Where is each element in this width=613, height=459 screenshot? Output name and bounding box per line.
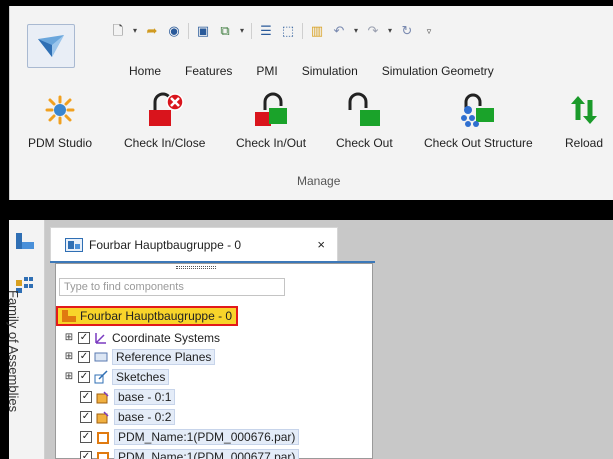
- separator: [302, 23, 303, 39]
- visibility-checkbox[interactable]: ✓: [80, 451, 92, 459]
- tree-item-label: PDM_Name:1(PDM_000676.par): [114, 429, 300, 445]
- check-out-label: Check Out: [336, 136, 393, 150]
- dropdown-arrow-icon[interactable]: ▾: [132, 23, 138, 39]
- visibility-checkbox[interactable]: ✓: [80, 431, 92, 443]
- manage-group-label: Manage: [297, 174, 341, 188]
- view-icon[interactable]: ⬚: [280, 23, 296, 39]
- visibility-checkbox[interactable]: ✓: [78, 332, 90, 344]
- check-in-close-label: Check In/Close: [124, 136, 206, 150]
- undo-icon[interactable]: ↶: [331, 23, 347, 39]
- sketch-icon: [94, 370, 108, 384]
- pdm-studio-button[interactable]: PDM Studio: [28, 90, 92, 150]
- save-icon[interactable]: ▣: [195, 23, 211, 39]
- visibility-checkbox[interactable]: ✓: [78, 351, 90, 363]
- redo-icon[interactable]: ↷: [365, 23, 381, 39]
- expand-icon[interactable]: ⊞: [64, 333, 74, 343]
- tab-home[interactable]: Home: [116, 62, 173, 80]
- panel-grip[interactable]: [176, 266, 216, 269]
- dropdown-arrow-icon[interactable]: ▾: [353, 23, 359, 39]
- tree-item-sketches[interactable]: ⊞ ✓ Sketches: [64, 368, 170, 386]
- check-in-out-button[interactable]: Check In/Out: [236, 90, 306, 150]
- separator: [251, 23, 252, 39]
- check-in-close-button[interactable]: Check In/Close: [124, 90, 205, 150]
- tree-item-reference-planes[interactable]: ⊞ ✓ Reference Planes: [64, 348, 216, 366]
- ribbon: 🗋 ▾ ➦ ◉ ▣ ⧉ ▾ ☰ ⬚ ▥ ↶ ▾ ↷ ▾ ↻ ▿ Home Fea…: [9, 6, 613, 200]
- close-tab-button[interactable]: ×: [317, 237, 325, 252]
- tab-simulation[interactable]: Simulation: [290, 62, 370, 80]
- coordinate-system-icon: [95, 333, 106, 344]
- properties-icon[interactable]: ☰: [258, 23, 274, 39]
- document-tab-label: Fourbar Hauptbaugruppe - 0: [89, 237, 242, 252]
- pdm-studio-icon: [45, 95, 75, 125]
- check-out-button[interactable]: Check Out: [336, 90, 393, 150]
- application-button[interactable]: [27, 24, 75, 68]
- divider-band: [0, 200, 613, 220]
- part-icon: [96, 391, 109, 404]
- tree-item-label: base - 0:1: [114, 389, 176, 405]
- visibility-checkbox[interactable]: ✓: [80, 411, 92, 423]
- reload-button[interactable]: Reload: [564, 90, 604, 150]
- dropdown-arrow-icon[interactable]: ▾: [239, 23, 245, 39]
- reload-label: Reload: [564, 136, 604, 150]
- repeat-icon[interactable]: ↻: [399, 23, 415, 39]
- tree-item-label: Sketches: [112, 369, 170, 385]
- manage-group: PDM Studio Check In/Close Check In/Out C…: [10, 90, 613, 200]
- tree-root-label: Fourbar Hauptbaugruppe - 0: [80, 309, 233, 323]
- tab-features[interactable]: Features: [173, 62, 244, 80]
- part-icon: [97, 432, 109, 444]
- new-document-icon[interactable]: 🗋: [110, 23, 126, 39]
- check-out-structure-label: Check Out Structure: [424, 136, 533, 150]
- document-tab[interactable]: Fourbar Hauptbaugruppe - 0 ×: [50, 227, 338, 261]
- tree-item-base-01[interactable]: ✓ base - 0:1: [80, 388, 176, 406]
- separator: [188, 23, 189, 39]
- tree-item-coordinate-systems[interactable]: ⊞ ✓ Coordinate Systems: [64, 329, 220, 347]
- check-out-structure-icon: [461, 93, 495, 127]
- lock-red-green-icon: [255, 92, 288, 126]
- check-in-out-label: Check In/Out: [236, 136, 307, 150]
- tab-simulation-geometry[interactable]: Simulation Geometry: [370, 62, 506, 80]
- ribbon-tabs: Home Features PMI Simulation Simulation …: [116, 62, 506, 80]
- assembly-document-icon: [65, 237, 83, 252]
- lock-closed-red-x-icon: [148, 92, 184, 126]
- dropdown-arrow-icon[interactable]: ▾: [387, 23, 393, 39]
- lock-open-green-icon: [348, 92, 381, 126]
- part-icon: [97, 452, 109, 459]
- chart-icon[interactable]: ▥: [309, 23, 325, 39]
- check-out-structure-button[interactable]: Check Out Structure: [424, 90, 533, 150]
- assembly-icon: [62, 310, 76, 322]
- family-of-assemblies-label[interactable]: Family of Assemblies: [6, 290, 21, 412]
- tree-item-label: PDM_Name:1(PDM_000677.par): [114, 449, 300, 459]
- expand-icon[interactable]: ⊞: [64, 372, 74, 382]
- tree-item-pdm-000676[interactable]: ✓ PDM_Name:1(PDM_000676.par): [80, 428, 300, 446]
- customize-qat-icon[interactable]: ▿: [421, 23, 437, 39]
- solid-edge-logo-icon: [38, 35, 64, 57]
- tree-item-pdm-000677[interactable]: ✓ PDM_Name:1(PDM_000677.par): [80, 448, 300, 459]
- reference-plane-icon: [94, 352, 108, 362]
- reload-icon: [571, 96, 597, 124]
- part-icon: [96, 411, 109, 424]
- save-as-icon[interactable]: ⧉: [217, 23, 233, 39]
- tree-root-node[interactable]: Fourbar Hauptbaugruppe - 0: [56, 306, 239, 326]
- pathfinder-tab-icon[interactable]: [15, 232, 35, 250]
- tree-item-base-02[interactable]: ✓ base - 0:2: [80, 408, 176, 426]
- open-icon[interactable]: ➦: [144, 23, 160, 39]
- component-search-input[interactable]: Type to find components: [59, 278, 285, 296]
- quick-access-toolbar: 🗋 ▾ ➦ ◉ ▣ ⧉ ▾ ☰ ⬚ ▥ ↶ ▾ ↷ ▾ ↻ ▿: [110, 20, 437, 42]
- pdm-studio-label: PDM Studio: [28, 136, 93, 150]
- visibility-checkbox[interactable]: ✓: [80, 391, 92, 403]
- tab-pmi[interactable]: PMI: [244, 62, 289, 80]
- print-preview-icon[interactable]: ◉: [166, 23, 182, 39]
- expand-icon[interactable]: ⊞: [64, 352, 74, 362]
- tree-item-label: Coordinate Systems: [112, 331, 221, 345]
- tree-item-label: Reference Planes: [112, 349, 216, 365]
- visibility-checkbox[interactable]: ✓: [78, 371, 90, 383]
- tree-item-label: base - 0:2: [114, 409, 176, 425]
